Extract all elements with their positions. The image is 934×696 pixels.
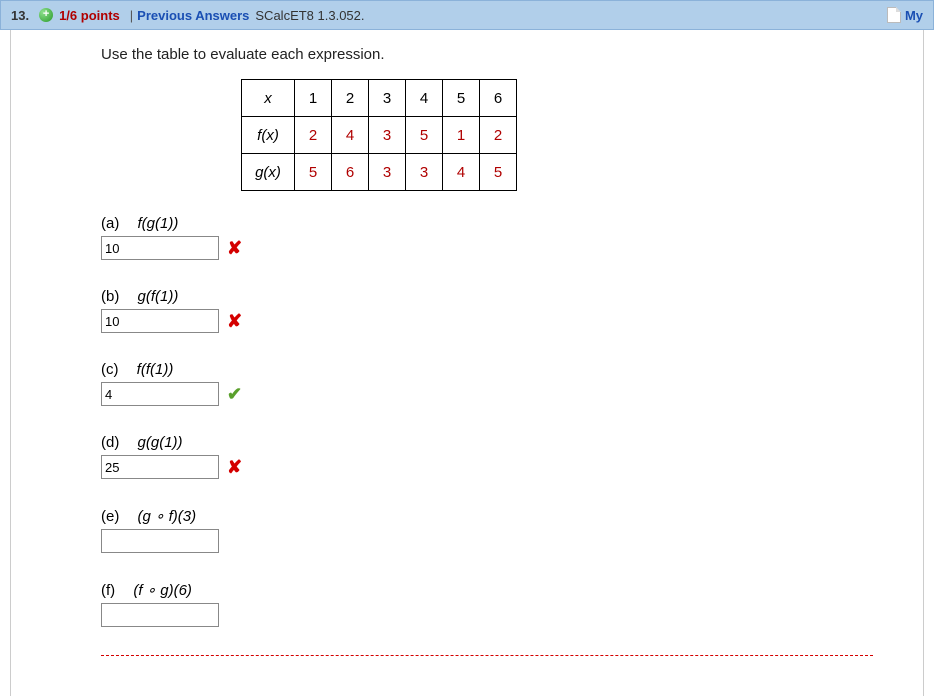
table-cell: 5 (443, 80, 480, 117)
part-b: (b) g(f(1)) ✘ (101, 288, 873, 333)
part-expression: f(g(1)) (138, 215, 179, 232)
table-cell: 6 (480, 80, 517, 117)
part-label: (d) g(g(1)) (101, 434, 873, 451)
part-letter: (b) (101, 288, 119, 305)
wrong-icon: ✘ (227, 238, 242, 259)
part-expression: (g ∘ f)(3) (138, 508, 197, 525)
table-cell: 3 (369, 80, 406, 117)
table-cell: 2 (295, 117, 332, 154)
part-label: (a) f(g(1)) (101, 215, 873, 232)
table-cell: 3 (406, 154, 443, 191)
part-label: (b) g(f(1)) (101, 288, 873, 305)
table-row: f(x) 2 4 3 5 1 2 (242, 117, 517, 154)
table-cell: 5 (480, 154, 517, 191)
table-cell: 3 (369, 117, 406, 154)
part-letter: (e) (101, 508, 119, 525)
document-icon (887, 7, 901, 23)
answer-input-b[interactable] (101, 309, 219, 333)
row-label: f(x) (242, 117, 295, 154)
answer-input-e[interactable] (101, 529, 219, 553)
part-label: (f) (f ∘ g)(6) (101, 581, 873, 599)
table-cell: 4 (443, 154, 480, 191)
row-label: x (242, 80, 295, 117)
wrong-icon: ✘ (227, 457, 242, 478)
part-a: (a) f(g(1)) ✘ (101, 215, 873, 260)
answer-input-d[interactable] (101, 455, 219, 479)
part-letter: (d) (101, 434, 119, 451)
question-header: 13. + 1/6 points | Previous Answers SCal… (0, 0, 934, 30)
table-cell: 5 (406, 117, 443, 154)
wrong-icon: ✘ (227, 311, 242, 332)
table-cell: 4 (406, 80, 443, 117)
part-f: (f) (f ∘ g)(6) (101, 581, 873, 627)
question-number: 13. (11, 8, 29, 23)
my-label: My (905, 8, 923, 23)
table-cell: 1 (295, 80, 332, 117)
part-letter: (a) (101, 215, 119, 232)
part-expression: (f ∘ g)(6) (133, 582, 192, 599)
row-label: g(x) (242, 154, 295, 191)
table-cell: 5 (295, 154, 332, 191)
table-row: x 1 2 3 4 5 6 (242, 80, 517, 117)
answer-input-a[interactable] (101, 236, 219, 260)
part-letter: (f) (101, 582, 115, 599)
function-table: x 1 2 3 4 5 6 f(x) 2 4 3 5 1 2 g(x) 5 6 (241, 79, 517, 191)
table-cell: 1 (443, 117, 480, 154)
correct-icon: ✔ (227, 384, 242, 405)
points-text: 1/6 points (59, 8, 120, 23)
part-label: (e) (g ∘ f)(3) (101, 507, 873, 525)
part-expression: g(f(1)) (138, 288, 179, 305)
question-content: Use the table to evaluate each expressio… (10, 30, 924, 696)
part-expression: f(f(1)) (137, 361, 174, 378)
table-cell: 6 (332, 154, 369, 191)
answer-input-f[interactable] (101, 603, 219, 627)
part-label: (c) f(f(1)) (101, 361, 873, 378)
question-source: SCalcET8 1.3.052. (255, 8, 364, 23)
part-d: (d) g(g(1)) ✘ (101, 434, 873, 479)
part-e: (e) (g ∘ f)(3) (101, 507, 873, 553)
table-cell: 2 (480, 117, 517, 154)
section-divider (101, 655, 873, 656)
table-cell: 4 (332, 117, 369, 154)
my-notes-link[interactable]: My (887, 7, 923, 23)
answer-input-c[interactable] (101, 382, 219, 406)
part-letter: (c) (101, 361, 119, 378)
table-cell: 3 (369, 154, 406, 191)
table-cell: 2 (332, 80, 369, 117)
prompt-text: Use the table to evaluate each expressio… (101, 46, 873, 63)
part-expression: g(g(1)) (138, 434, 183, 451)
previous-answers-link[interactable]: Previous Answers (137, 8, 249, 23)
divider: | (130, 8, 133, 23)
table-row: g(x) 5 6 3 3 4 5 (242, 154, 517, 191)
plus-icon[interactable]: + (39, 8, 53, 22)
part-c: (c) f(f(1)) ✔ (101, 361, 873, 406)
